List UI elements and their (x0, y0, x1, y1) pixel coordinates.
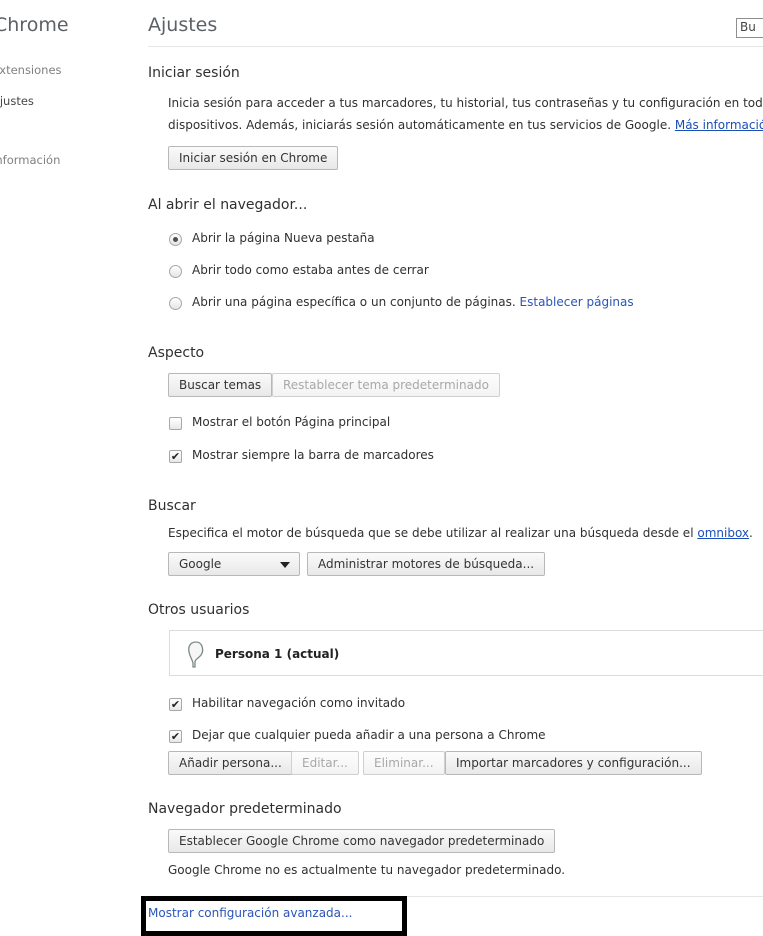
show-home-checkbox[interactable] (169, 417, 182, 430)
anyone-add-person-checkbox[interactable]: ✔ (169, 730, 182, 743)
default-browser-status: Google Chrome no es actualmente tu naveg… (168, 863, 566, 877)
current-user-name[interactable]: Persona 1 (actual) (215, 647, 339, 661)
get-themes-button[interactable]: Buscar temas (168, 373, 273, 397)
signin-button[interactable]: Iniciar sesión en Chrome (168, 146, 339, 170)
search-engine-select[interactable]: Google (168, 552, 300, 576)
edit-person-button[interactable]: Editar... (291, 751, 359, 775)
import-bookmarks-button[interactable]: Importar marcadores y configuración... (445, 751, 702, 775)
header-divider (148, 46, 763, 47)
avatar-icon (185, 639, 207, 672)
radio-specific-pages[interactable] (169, 297, 182, 310)
show-bookmarks-checkbox[interactable]: ✔ (169, 450, 182, 463)
search-description: Especifica el motor de búsqueda que se d… (168, 526, 753, 540)
manage-search-engines-button[interactable]: Administrar motores de búsqueda... (307, 552, 546, 576)
omnibox-link[interactable]: omnibox (697, 526, 749, 540)
radio-specific-pages-label[interactable]: Abrir una página específica o un conjunt… (192, 295, 516, 309)
startup-heading: Al abrir el navegador... (148, 197, 308, 213)
highlight-box (141, 896, 407, 936)
set-pages-link[interactable]: Establecer páginas (520, 295, 634, 309)
reset-theme-button[interactable]: Restablecer tema predeterminado (272, 373, 500, 397)
radio-continue[interactable] (169, 265, 182, 278)
show-bookmarks-label[interactable]: Mostrar siempre la barra de marcadores (192, 448, 434, 462)
radio-new-tab[interactable] (169, 233, 182, 246)
anyone-add-person-label[interactable]: Dejar que cualquier pueda añadir a una p… (192, 728, 546, 742)
sidebar-item-extensions[interactable]: Extensiones (0, 63, 62, 77)
search-heading: Buscar (148, 498, 196, 514)
search-description-text: Especifica el motor de búsqueda que se d… (168, 526, 694, 540)
signin-description-line2: dispositivos. Además, iniciarás sesión a… (168, 118, 763, 132)
sidebar-item-settings[interactable]: Ajustes (0, 94, 34, 108)
chevron-down-icon (280, 562, 290, 568)
appearance-heading: Aspecto (148, 345, 205, 361)
set-default-browser-button[interactable]: Establecer Google Chrome como navegador … (168, 829, 556, 853)
signin-description-line1: Inicia sesión para acceder a tus marcado… (168, 96, 763, 110)
show-home-label[interactable]: Mostrar el botón Página principal (192, 415, 390, 429)
delete-person-button[interactable]: Eliminar... (363, 751, 445, 775)
guest-browsing-checkbox[interactable]: ✔ (169, 698, 182, 711)
search-engine-value: Google (179, 557, 222, 571)
search-input[interactable]: Bu (736, 18, 763, 38)
add-person-button[interactable]: Añadir persona... (168, 751, 293, 775)
guest-browsing-label[interactable]: Habilitar navegación como invitado (192, 696, 405, 710)
radio-new-tab-label[interactable]: Abrir la página Nueva pestaña (192, 231, 375, 245)
app-title: Chrome (0, 14, 69, 36)
page-title: Ajustes (148, 14, 218, 36)
radio-continue-label[interactable]: Abrir todo como estaba antes de cerrar (192, 263, 429, 277)
more-info-link[interactable]: Más información (675, 118, 763, 132)
radio-specific-pages-row: Abrir una página específica o un conjunt… (192, 295, 634, 309)
signin-heading: Iniciar sesión (148, 65, 240, 81)
signin-description-text: dispositivos. Además, iniciarás sesión a… (168, 118, 672, 132)
users-heading: Otros usuarios (148, 602, 250, 618)
search-description-period: . (749, 526, 753, 540)
default-browser-heading: Navegador predeterminado (148, 801, 342, 817)
sidebar-item-about[interactable]: Información (0, 153, 60, 167)
user-list: Persona 1 (actual) (169, 630, 763, 676)
